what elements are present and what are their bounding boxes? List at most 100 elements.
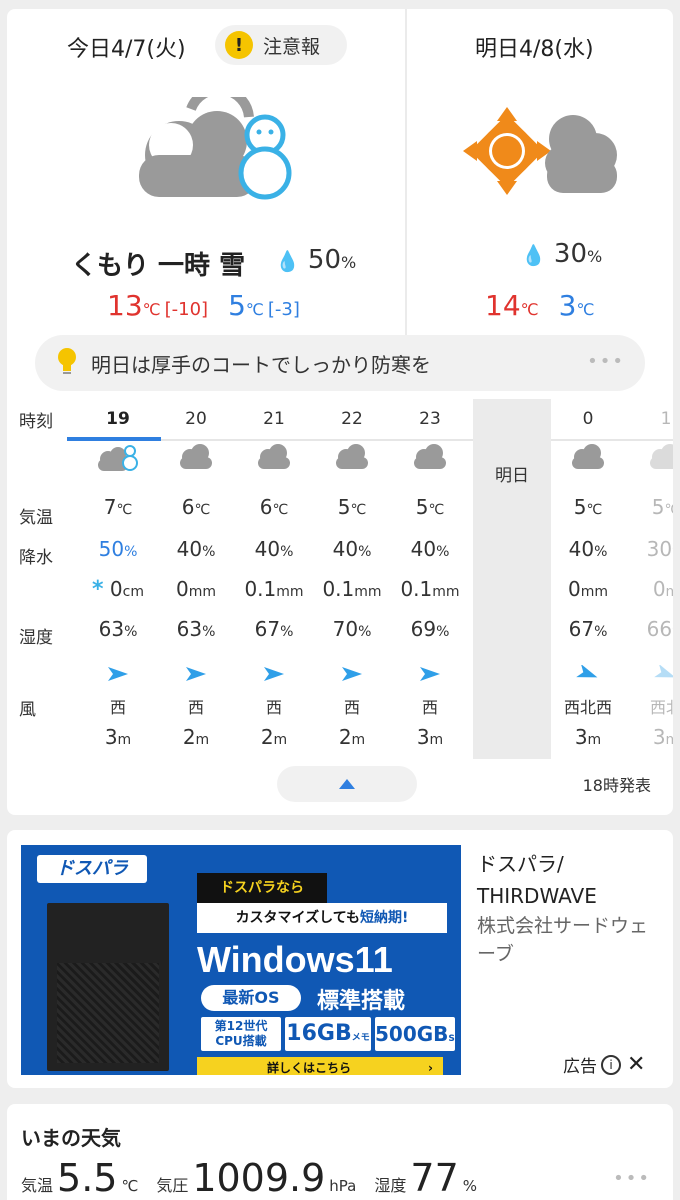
hour-humidity: 67% [568, 617, 608, 641]
hour-column: 20 6℃ 40% 0mm 63% 西 2m [157, 399, 235, 759]
cloud-icon [235, 443, 313, 471]
hour-time: 23 [419, 409, 441, 429]
hour-time: 20 [185, 409, 207, 429]
cloud-snowman-icon [131, 84, 295, 211]
hour-wind-speed: 3m [574, 725, 602, 749]
today-title: 今日4/7(火) [67, 37, 186, 62]
hour-precip: 0mm [175, 577, 216, 601]
hour-time: 22 [341, 409, 363, 429]
ad-banner-image[interactable]: ドスパラ ドスパラなら カスタマイズしても短納期! Windows11 最新OS… [21, 845, 461, 1075]
close-icon[interactable]: ✕ [627, 1052, 645, 1077]
issued-time: 18時発表 [582, 776, 651, 795]
hourly-table[interactable]: 明日 19 7℃ 50% * 0cm 63% 西 3m 20 6℃ 40% 0mm 63% 西 2m 21 6… [67, 399, 673, 759]
hour-wind-dir: 西 [421, 698, 438, 717]
collapse-button[interactable] [277, 766, 417, 802]
hour-wind-dir: 西北西 [563, 698, 612, 717]
ad-std: 標準搭載 [317, 989, 406, 1014]
hour-precip: 0.1mm [400, 577, 460, 601]
info-icon[interactable]: i [601, 1054, 621, 1075]
current-weather-values: 気温 5.5 ℃ 気圧 1009.9 hPa 湿度 77 % [21, 1156, 478, 1200]
ad-cta-button[interactable]: 詳しくはこちら › [197, 1057, 443, 1075]
hour-wind-dir: 西 [343, 698, 360, 717]
tomorrow-separator: 明日 [473, 399, 551, 759]
more-icon[interactable]: ••• [613, 1168, 651, 1189]
hour-column: 19 7℃ 50% * 0cm 63% 西 3m [79, 399, 157, 759]
hour-humidity: 63% [98, 617, 138, 641]
raindrop-icon: 💧 [275, 249, 300, 273]
row-label-wind: 風 [19, 700, 36, 720]
today-forecast[interactable]: 今日4/7(火) ! 注意報 くもり 一時 雪 💧 50 % 13℃ [-10]… [7, 9, 405, 335]
hour-precip: 0mm [567, 577, 608, 601]
hour-wind-speed: 2m [182, 725, 210, 749]
ad-pill: ドスパラなら [197, 873, 327, 903]
hour-column: 0 5℃ 40% 0mm 67% 西北西 3m [549, 399, 627, 759]
hour-time: 21 [263, 409, 285, 429]
hour-column: 23 5℃ 40% 0.1mm 69% 西 3m [391, 399, 469, 759]
hour-humidity: 70% [332, 617, 372, 641]
today-temps: 13℃ [-10] 5℃ [-3] [107, 289, 300, 322]
row-label-humidity: 湿度 [19, 628, 53, 648]
hour-precip: * 0cm [92, 577, 144, 602]
hour-wind-speed: 2m [338, 725, 366, 749]
hour-time: 1 [660, 409, 672, 429]
hour-wind-speed: 3m [416, 725, 444, 749]
cloud-icon [549, 443, 627, 471]
hour-temp: 5℃ [415, 495, 445, 519]
sun-cloud-icon [463, 105, 623, 209]
tomorrow-temps: 14℃ 3℃ [485, 289, 594, 322]
wind-arrow-icon [79, 665, 157, 683]
hour-wind-dir: 西 [265, 698, 282, 717]
current-humidity: 77 [410, 1156, 459, 1200]
wind-arrow-icon [157, 665, 235, 683]
hour-temp: 5℃ [337, 495, 367, 519]
tomorrow-separator-label: 明日 [495, 466, 529, 486]
hour-wind-dir: 西北 [649, 698, 673, 717]
cloud-icon [157, 443, 235, 471]
row-label-time: 時刻 [19, 412, 53, 432]
advice-banner[interactable]: 明日は厚手のコートでしっかり防寒を ••• [35, 335, 645, 391]
hour-pop: 30% [646, 537, 673, 561]
hour-temp: 6℃ [181, 495, 211, 519]
current-pressure: 1009.9 [192, 1156, 326, 1200]
tomorrow-title: 明日4/8(水) [475, 37, 594, 62]
current-weather-card[interactable]: いまの天気 気温 5.5 ℃ 気圧 1009.9 hPa 湿度 77 % ••• [7, 1104, 673, 1200]
ad-brand[interactable]: ドスパラ/ THIRDWAVE [477, 848, 597, 912]
ad-spec-cpu: 第12世代 CPU搭載 [201, 1017, 281, 1051]
tomorrow-forecast[interactable]: 明日4/8(水) 💧 30 % 14℃ 3℃ [407, 9, 673, 335]
advice-text: 明日は厚手のコートでしっかり防寒を [91, 352, 431, 377]
hour-precip: 0.1mm [244, 577, 304, 601]
ad-company[interactable]: 株式会社サードウェーブ [477, 912, 663, 968]
lightbulb-icon [57, 347, 77, 379]
hour-humidity: 63% [176, 617, 216, 641]
hour-wind-dir: 西 [109, 698, 126, 717]
raindrop-icon: 💧 [521, 243, 546, 267]
today-high: 13℃ [-10] [107, 289, 209, 322]
hour-wind-dir: 西 [187, 698, 204, 717]
hour-precip: 0.1mm [322, 577, 382, 601]
cloud-icon [391, 443, 469, 471]
hour-temp: 5℃ [651, 495, 673, 519]
hour-temp: 6℃ [259, 495, 289, 519]
wind-arrow-icon [235, 665, 313, 683]
hour-pop: 40% [176, 537, 216, 561]
ad-label: 広告 i ✕ [563, 1052, 646, 1077]
hour-wind-speed: 2m [260, 725, 288, 749]
current-weather-title: いまの天気 [21, 1126, 121, 1150]
hour-pop: 40% [254, 537, 294, 561]
today-weather-text: くもり 一時 雪 [71, 251, 246, 281]
row-label-temp: 気温 [19, 508, 53, 528]
wind-arrow-icon [391, 665, 469, 683]
hour-temp: 5℃ [573, 495, 603, 519]
ad-sub: カスタマイズしても短納期! [197, 903, 447, 933]
tomorrow-high: 14℃ [485, 289, 539, 322]
more-icon[interactable]: ••• [587, 351, 625, 372]
wind-arrow-icon [627, 665, 673, 683]
hour-precip: 0m [652, 577, 673, 601]
hour-pop: 40% [410, 537, 450, 561]
cloud-snowman-icon [79, 443, 157, 473]
ad-card[interactable]: ドスパラ ドスパラなら カスタマイズしても短納期! Windows11 最新OS… [7, 830, 673, 1088]
cloud-icon [627, 443, 673, 471]
warning-badge[interactable]: ! 注意報 [215, 25, 347, 65]
pc-tower-image [47, 903, 169, 1071]
warning-icon: ! [225, 31, 253, 59]
